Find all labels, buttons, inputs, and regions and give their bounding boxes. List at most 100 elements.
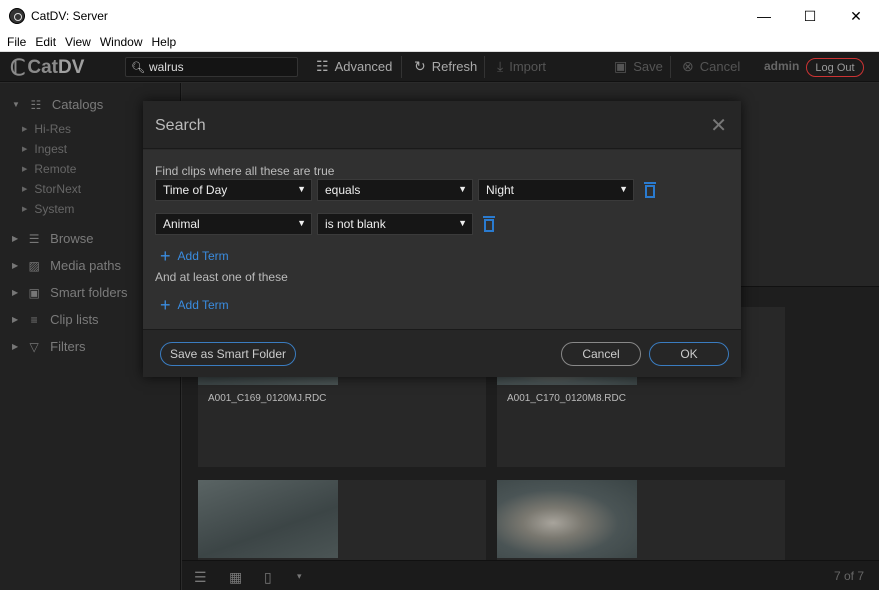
menu-help[interactable]: Help xyxy=(149,35,183,49)
logout-button[interactable]: Log Out xyxy=(806,58,864,77)
cancel-button[interactable]: Cancel xyxy=(561,342,641,366)
filmstrip-view-icon[interactable]: ▯ xyxy=(264,569,272,586)
view-dropdown-icon[interactable]: ▾ xyxy=(297,571,302,582)
refresh-label: Refresh xyxy=(431,59,478,74)
clip-count: 7 of 7 xyxy=(833,569,864,583)
catalog-item-system[interactable]: ▶ System xyxy=(22,202,74,216)
advanced-label: Advanced xyxy=(334,59,393,74)
advanced-button[interactable]: ☷ Advanced xyxy=(316,58,392,75)
plus-icon: + xyxy=(160,246,171,266)
toolbar: ℂ Cat DV 🔍︎ walrus ☷ Advanced ↻ Refresh ⤓… xyxy=(0,52,879,82)
list-icon: ≡ xyxy=(30,312,38,327)
save-button[interactable]: ▣ Save xyxy=(614,58,663,75)
add-term-any-button[interactable]: + Add Term xyxy=(160,296,229,314)
search-input[interactable]: 🔍︎ walrus xyxy=(125,57,298,77)
save-icon: ▣ xyxy=(614,58,628,74)
catalog-item-label: System xyxy=(34,202,75,216)
refresh-icon: ↻ xyxy=(414,58,426,74)
term-2-operator-select[interactable]: is not blank ▼ xyxy=(317,213,473,235)
close-button[interactable]: ✕ xyxy=(833,0,879,32)
search-dialog: Search ✕ Find clips where all these are … xyxy=(143,101,741,377)
menu-view[interactable]: View xyxy=(62,35,97,49)
catalog-item-label: StorNext xyxy=(34,182,82,196)
catalog-item-hi-res[interactable]: ▶ Hi-Res xyxy=(22,122,71,136)
sidebar-filters-label: Filters xyxy=(50,339,86,354)
logo-c-icon: ℂ xyxy=(10,55,26,80)
term-2-operator-value: is not blank xyxy=(325,217,386,231)
collapse-arrow-icon: ▶ xyxy=(22,166,28,173)
refresh-button[interactable]: ↻ Refresh xyxy=(414,58,477,75)
user-name: admin xyxy=(764,59,800,73)
list-view-icon[interactable]: ☰ xyxy=(194,569,207,586)
term-1-field-value: Time of Day xyxy=(163,183,228,197)
collapse-arrow-icon: ▶ xyxy=(22,126,28,133)
logo-dv: DV xyxy=(58,57,85,78)
dialog-close-icon[interactable]: ✕ xyxy=(710,113,727,138)
clip-thumbnail xyxy=(497,480,637,558)
catalog-item-ingest[interactable]: ▶ Ingest xyxy=(22,142,67,156)
import-button[interactable]: ⤓ Import xyxy=(497,58,546,75)
term-2-field-select[interactable]: Animal ▼ xyxy=(155,213,312,235)
sidebar-browse[interactable]: ▶ ☰ Browse xyxy=(12,231,94,246)
sidebar-clip-lists-label: Clip lists xyxy=(50,312,99,327)
catalog-item-label: Remote xyxy=(34,162,77,176)
delete-term-1-trash-icon[interactable] xyxy=(644,182,656,198)
dropdown-caret-icon: ▼ xyxy=(458,184,467,194)
ok-button[interactable]: OK xyxy=(649,342,729,366)
cancel-toolbar-button[interactable]: ⊗ Cancel xyxy=(682,58,740,75)
import-label: Import xyxy=(509,59,547,74)
all-terms-label: Find clips where all these are true xyxy=(155,164,335,178)
menu-bar: File Edit View Window Help xyxy=(0,32,879,52)
catalog-item-label: Ingest xyxy=(34,142,68,156)
maximize-button[interactable]: ☐ xyxy=(787,0,833,32)
save-label: Save xyxy=(633,59,663,74)
delete-term-2-trash-icon[interactable] xyxy=(483,216,495,232)
title-bar: CatDV: Server — ☐ ✕ xyxy=(0,0,879,32)
catalog-item-stornext[interactable]: ▶ StorNext xyxy=(22,182,81,196)
catalog-item-remote[interactable]: ▶ Remote xyxy=(22,162,76,176)
add-term-all-button[interactable]: + Add Term xyxy=(160,247,229,265)
logo-cat: Cat xyxy=(27,57,58,78)
clip-card[interactable] xyxy=(497,480,785,560)
clip-name: A001_C169_0120MJ.RDC xyxy=(208,393,327,404)
collapse-arrow-icon: ▶ xyxy=(12,315,19,324)
term-1-value-select[interactable]: Night ▼ xyxy=(478,179,634,201)
dropdown-caret-icon: ▼ xyxy=(619,184,628,194)
collapse-arrow-icon: ▶ xyxy=(12,342,19,351)
save-as-smart-folder-button[interactable]: Save as Smart Folder xyxy=(160,342,296,366)
dropdown-caret-icon: ▼ xyxy=(297,184,306,194)
sidebar-clip-lists[interactable]: ▶ ≡ Clip lists xyxy=(12,312,99,327)
image-icon: ▨ xyxy=(28,258,40,273)
dropdown-caret-icon: ▼ xyxy=(458,218,467,228)
menu-window[interactable]: Window xyxy=(97,35,149,49)
grid-view-icon[interactable]: ▦ xyxy=(229,569,242,586)
expand-arrow-icon: ▼ xyxy=(12,100,20,109)
clip-card[interactable] xyxy=(198,480,486,560)
app-icon xyxy=(9,8,25,24)
cancel-icon: ⊗ xyxy=(682,58,694,74)
cancel-toolbar-label: Cancel xyxy=(699,59,741,74)
collapse-arrow-icon: ▶ xyxy=(12,261,19,270)
clip-thumbnail xyxy=(198,480,338,558)
menu-edit[interactable]: Edit xyxy=(32,35,62,49)
sidebar-catalogs[interactable]: ▼ ☷ Catalogs xyxy=(12,97,103,112)
minimize-button[interactable]: — xyxy=(741,0,787,32)
collapse-arrow-icon: ▶ xyxy=(12,288,19,297)
dropdown-caret-icon: ▼ xyxy=(297,218,306,228)
collapse-arrow-icon: ▶ xyxy=(22,206,28,213)
term-2-field-value: Animal xyxy=(163,217,200,231)
sidebar-smart-folders[interactable]: ▶ ▣ Smart folders xyxy=(12,285,127,300)
plus-icon: + xyxy=(160,295,171,315)
term-1-field-select[interactable]: Time of Day ▼ xyxy=(155,179,312,201)
sidebar-filters[interactable]: ▶ ▽ Filters xyxy=(12,339,86,354)
menu-file[interactable]: File xyxy=(4,35,32,49)
sidebar-smart-folders-label: Smart folders xyxy=(50,285,128,300)
window-title: CatDV: Server xyxy=(31,9,108,23)
term-1-operator-select[interactable]: equals ▼ xyxy=(317,179,473,201)
dialog-body: Find clips where all these are true Time… xyxy=(143,150,741,330)
add-term-label: Add Term xyxy=(177,298,229,312)
filter-icon: ▽ xyxy=(29,339,39,354)
sidebar-media-paths[interactable]: ▶ ▨ Media paths xyxy=(12,258,121,273)
term-1-value: Night xyxy=(486,183,515,197)
catalogs-icon: ☷ xyxy=(30,97,42,112)
